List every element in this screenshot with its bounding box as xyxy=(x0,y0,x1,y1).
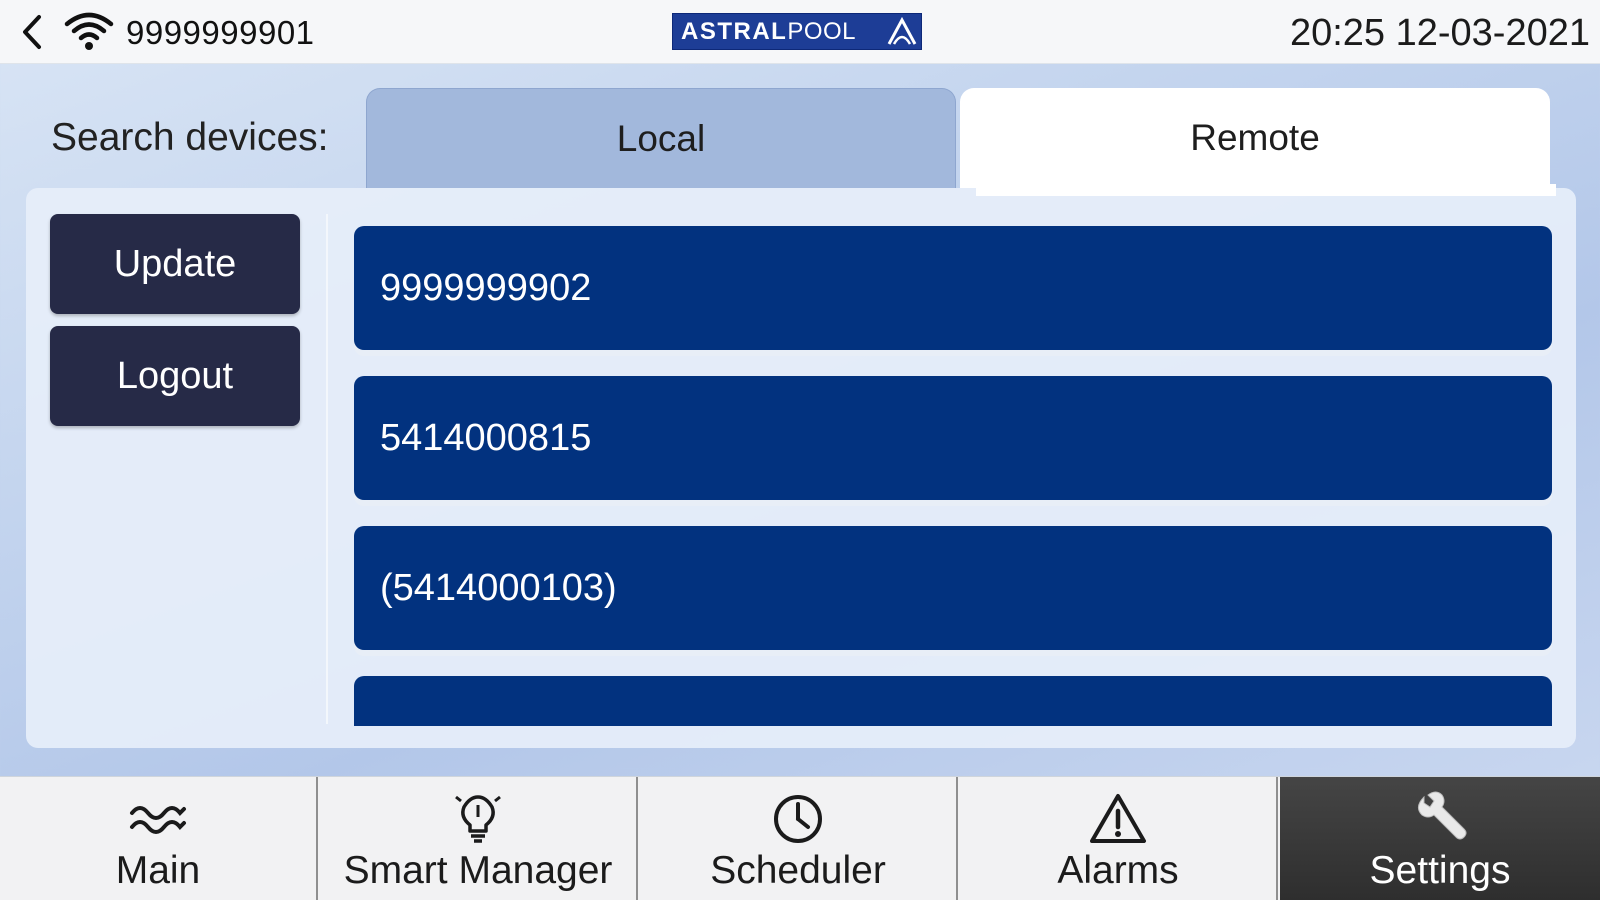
status-bar: 9999999901 ASTRALPOOL 20:25 12-03-2021 xyxy=(0,0,1600,64)
panel-divider xyxy=(326,214,328,724)
connected-device-id: 9999999901 xyxy=(126,14,315,51)
nav-main[interactable]: Main xyxy=(0,777,318,900)
lightbulb-icon xyxy=(455,795,501,843)
device-list-item[interactable]: 9999999902 xyxy=(354,226,1552,350)
devices-panel: Update Logout 9999999902 5414000815 (541… xyxy=(26,184,1576,748)
logo-text-thin: POOL xyxy=(787,17,857,45)
nav-label: Settings xyxy=(1369,849,1511,892)
warning-icon xyxy=(1090,794,1146,843)
device-list-item[interactable]: (5414000103) xyxy=(354,526,1552,650)
device-list[interactable]: 9999999902 5414000815 (5414000103) xyxy=(354,226,1552,726)
tab-remote[interactable]: Remote xyxy=(960,88,1550,188)
astralpool-logo: ASTRALPOOL xyxy=(672,13,922,50)
chevron-left-icon xyxy=(23,15,41,49)
nav-label: Alarms xyxy=(1057,849,1179,892)
wifi-icon xyxy=(64,12,114,50)
wrench-icon xyxy=(1418,791,1467,840)
logo-text-bold: ASTRAL xyxy=(681,17,788,45)
nav-label: Main xyxy=(115,849,201,892)
nav-smart-manager[interactable]: Smart Manager xyxy=(320,777,638,900)
nav-label: Smart Manager xyxy=(343,849,613,892)
nav-settings[interactable]: Settings xyxy=(1280,777,1600,900)
nav-label: Scheduler xyxy=(710,849,886,892)
logo-mark-icon xyxy=(885,16,919,47)
tab-local[interactable]: Local xyxy=(366,88,956,188)
logout-button[interactable]: Logout xyxy=(50,326,300,426)
search-devices-label: Search devices: xyxy=(51,116,329,159)
device-list-item[interactable]: 5414000815 xyxy=(354,376,1552,500)
nav-alarms[interactable]: Alarms xyxy=(960,777,1278,900)
update-button[interactable]: Update xyxy=(50,214,300,314)
bottom-navigation: Main Smart Manager Scheduler Alarms Sett… xyxy=(0,776,1600,900)
waves-icon xyxy=(130,806,186,834)
back-button[interactable] xyxy=(12,12,52,52)
clock-icon xyxy=(774,795,822,843)
device-list-item[interactable] xyxy=(354,676,1552,726)
datetime-display: 20:25 12-03-2021 xyxy=(1289,12,1590,54)
nav-scheduler[interactable]: Scheduler xyxy=(640,777,958,900)
